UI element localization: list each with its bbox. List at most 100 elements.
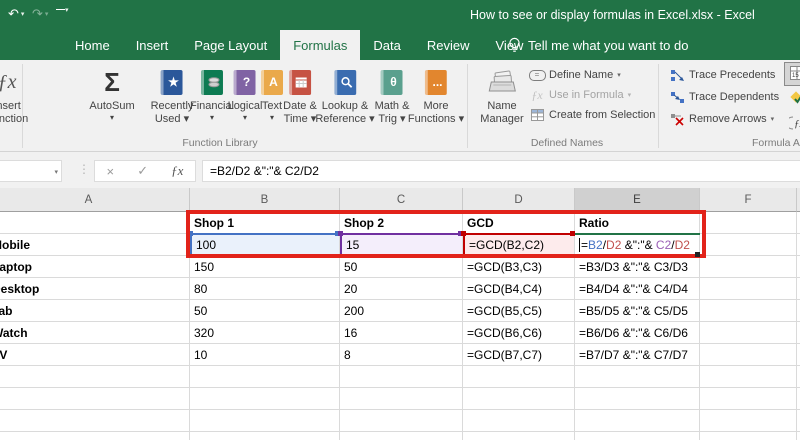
undo-icon[interactable]: ↶ ▾ <box>8 6 24 22</box>
column-header-A[interactable]: A <box>0 188 190 212</box>
cell-F6[interactable] <box>700 322 797 344</box>
insert-function-fx-button[interactable]: ƒx <box>171 163 183 179</box>
cell-C1[interactable]: Shop 2 <box>340 212 463 234</box>
cell-E8[interactable] <box>575 366 700 388</box>
customize-quick-access-icon[interactable]: ▾ <box>56 6 69 14</box>
cell-D10[interactable] <box>463 410 575 432</box>
name-box-dropdown-icon[interactable]: ▾ <box>54 168 58 176</box>
cell-B11[interactable] <box>190 432 340 440</box>
cell-D3[interactable]: =GCD(B3,C3) <box>463 256 575 278</box>
recently-used-button[interactable]: ★ Recently Used ▾ <box>151 64 193 126</box>
remove-arrows-button[interactable]: Remove Arrows ▾ <box>668 110 774 128</box>
define-name-button[interactable]: = Define Name ▾ <box>528 66 621 84</box>
cell-F5[interactable] <box>700 300 797 322</box>
cell-B2[interactable]: 100 <box>190 234 340 256</box>
column-header-F[interactable]: F <box>700 188 797 212</box>
cell-C10[interactable] <box>340 410 463 432</box>
cell-C9[interactable] <box>340 388 463 410</box>
cell-A7[interactable]: TV <box>0 344 190 366</box>
cell-F8[interactable] <box>700 366 797 388</box>
cell-C4[interactable]: 20 <box>340 278 463 300</box>
cell-D6[interactable]: =GCD(B6,C6) <box>463 322 575 344</box>
column-header-E[interactable]: E <box>575 188 700 212</box>
cell-A5[interactable]: Tab <box>0 300 190 322</box>
cell-E5[interactable]: =B5/D5 &":"& C5/D5 <box>575 300 700 322</box>
cell-A1[interactable] <box>0 212 190 234</box>
column-header-B[interactable]: B <box>190 188 340 212</box>
cell-F7[interactable] <box>700 344 797 366</box>
text-button[interactable]: A Text ▾ <box>261 64 283 122</box>
cell-D5[interactable]: =GCD(B5,C5) <box>463 300 575 322</box>
cell-B8[interactable] <box>190 366 340 388</box>
cell-F10[interactable] <box>700 410 797 432</box>
tab-insert[interactable]: Insert <box>123 30 182 60</box>
tab-home[interactable]: Home <box>62 30 123 60</box>
cell-E2[interactable]: = B2/D2 &":"& C2/D2 <box>575 234 700 256</box>
cell-E11[interactable] <box>575 432 700 440</box>
error-checking-button[interactable] <box>784 87 800 111</box>
cell-B7[interactable]: 10 <box>190 344 340 366</box>
name-box[interactable]: ▾ <box>0 160 62 182</box>
logical-button[interactable]: ? Logical ▾ <box>228 64 262 122</box>
cell-D8[interactable] <box>463 366 575 388</box>
enter-button[interactable]: ✓ <box>137 163 148 179</box>
column-header-C[interactable]: C <box>340 188 463 212</box>
cancel-button[interactable]: × <box>107 164 115 179</box>
cell-E6[interactable]: =B6/D6 &":"& C6/D6 <box>575 322 700 344</box>
tab-page-layout[interactable]: Page Layout <box>181 30 280 60</box>
create-from-selection-button[interactable]: Create from Selection <box>528 106 655 124</box>
cell-F4[interactable] <box>700 278 797 300</box>
cell-E1[interactable]: Ratio <box>575 212 700 234</box>
cell-D2[interactable]: =GCD(B2,C2) <box>463 234 575 256</box>
cell-F3[interactable] <box>700 256 797 278</box>
cell-C7[interactable]: 8 <box>340 344 463 366</box>
autosum-button[interactable]: Σ AutoSum ▾ <box>89 64 134 122</box>
cell-C3[interactable]: 50 <box>340 256 463 278</box>
cell-E10[interactable] <box>575 410 700 432</box>
evaluate-formula-button[interactable]: ƒx <box>784 112 800 136</box>
cell-C5[interactable]: 200 <box>340 300 463 322</box>
cell-B1[interactable]: Shop 1 <box>190 212 340 234</box>
name-manager-button[interactable]: Name Manager <box>480 64 524 126</box>
cell-D1[interactable]: GCD <box>463 212 575 234</box>
cell-A10[interactable] <box>0 410 190 432</box>
cell-F11[interactable] <box>700 432 797 440</box>
column-header-D[interactable]: D <box>463 188 575 212</box>
date-time-button[interactable]: Date & Time ▾ <box>283 64 317 126</box>
redo-icon[interactable]: ↷ ▾ <box>32 6 48 22</box>
cell-A9[interactable] <box>0 388 190 410</box>
cell-D4[interactable]: =GCD(B4,C4) <box>463 278 575 300</box>
cell-A8[interactable] <box>0 366 190 388</box>
cell-A2[interactable]: Mobile <box>0 234 190 256</box>
cell-D7[interactable]: =GCD(B7,C7) <box>463 344 575 366</box>
cell-F1[interactable] <box>700 212 797 234</box>
math-trig-button[interactable]: θ Math & Trig ▾ <box>375 64 409 126</box>
cell-E4[interactable]: =B4/D4 &":"& C4/D4 <box>575 278 700 300</box>
formula-input[interactable]: =B2/D2 &":"& C2/D2 <box>202 160 800 182</box>
cell-C11[interactable] <box>340 432 463 440</box>
cell-D9[interactable] <box>463 388 575 410</box>
tab-data[interactable]: Data <box>360 30 413 60</box>
range-handle[interactable] <box>461 231 466 236</box>
cell-E3[interactable]: =B3/D3 &":"& C3/D3 <box>575 256 700 278</box>
range-handle[interactable] <box>338 231 343 236</box>
range-handle[interactable] <box>570 231 575 236</box>
cell-F2[interactable] <box>700 234 797 256</box>
trace-precedents-button[interactable]: Trace Precedents <box>668 66 775 84</box>
tab-formulas[interactable]: Formulas <box>280 30 361 60</box>
cell-F9[interactable] <box>700 388 797 410</box>
formula-bar-resize-handle[interactable]: ⋮ <box>78 162 90 176</box>
cell-C6[interactable]: 16 <box>340 322 463 344</box>
cell-A11[interactable] <box>0 432 190 440</box>
cell-B4[interactable]: 80 <box>190 278 340 300</box>
lookup-reference-button[interactable]: Lookup & Reference ▾ <box>315 64 375 126</box>
cell-C8[interactable] <box>340 366 463 388</box>
cell-C2[interactable]: 15 <box>340 234 463 256</box>
range-handle[interactable] <box>188 231 193 236</box>
tell-me[interactable]: Tell me what you want to do <box>508 30 688 60</box>
cell-A4[interactable]: Desktop <box>0 278 190 300</box>
tab-review[interactable]: Review <box>414 30 483 60</box>
insert-function-button[interactable]: ƒx Insert Function <box>0 64 28 126</box>
cell-E7[interactable]: =B7/D7 &":"& C7/D7 <box>575 344 700 366</box>
cell-B3[interactable]: 150 <box>190 256 340 278</box>
